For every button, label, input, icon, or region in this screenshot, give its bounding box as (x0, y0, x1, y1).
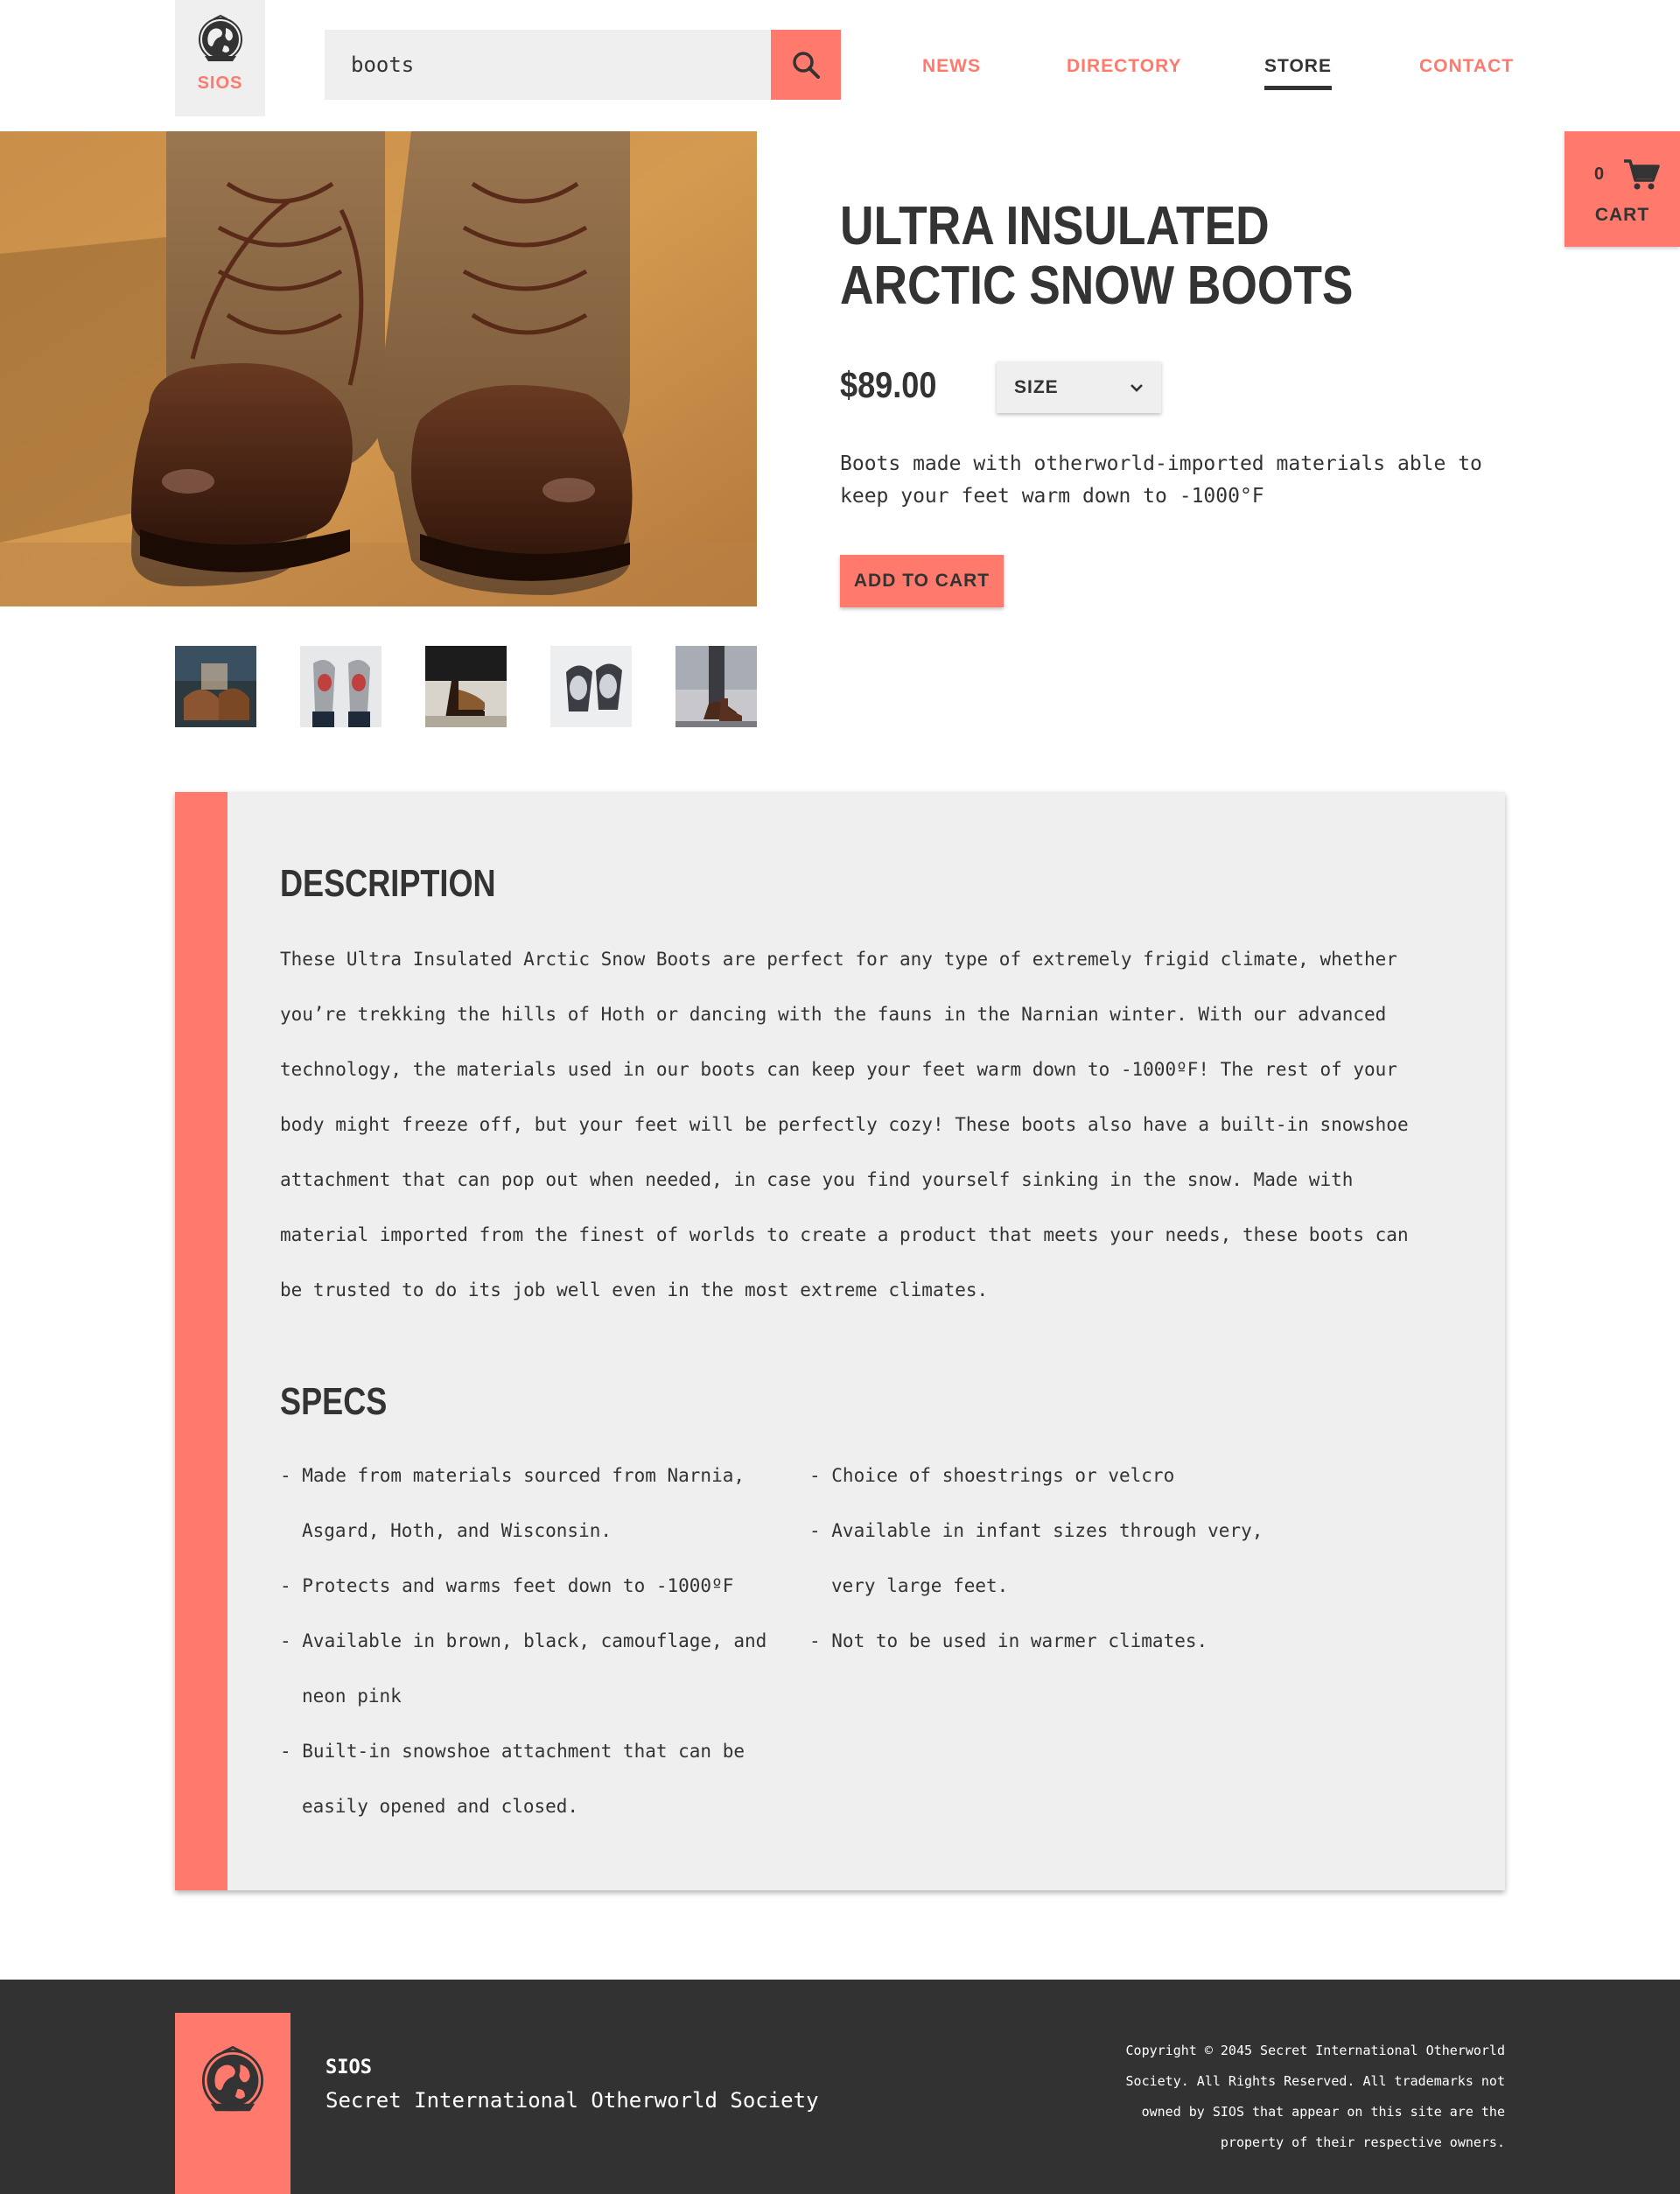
cart-count: 0 (1594, 165, 1605, 184)
product-thumbnail[interactable] (676, 646, 757, 727)
product-main-image (0, 131, 757, 606)
footer-logo[interactable] (175, 2013, 290, 2194)
panel-accent-bar (175, 792, 228, 1890)
details-panel: DESCRIPTION These Ultra Insulated Arctic… (175, 792, 1505, 1890)
globe-logo-icon (196, 2044, 270, 2194)
search-icon (793, 52, 820, 79)
specs-list-right: - Choice of shoestrings or velcro - Avai… (809, 1448, 1299, 1669)
add-to-cart-button[interactable]: ADD TO CART (840, 555, 1004, 607)
product-thumbnail[interactable] (300, 646, 382, 727)
footer: SIOS Secret International Otherworld Soc… (0, 1980, 1680, 2194)
spec-item: - Protects and warms feet down to -1000º… (280, 1575, 734, 1596)
product-price: $89.00 (840, 364, 937, 405)
site-logo[interactable]: SIOS (175, 0, 265, 116)
nav-directory[interactable]: DIRECTORY (1067, 56, 1182, 77)
spec-item: - Available in infant sizes through very… (809, 1520, 1264, 1596)
spec-item: - Made from materials sourced from Narni… (280, 1465, 746, 1541)
specs-list-left: - Made from materials sourced from Narni… (280, 1448, 770, 1834)
spec-item: - Choice of shoestrings or velcro (809, 1465, 1175, 1486)
nav-news[interactable]: NEWS (922, 56, 981, 77)
footer-copyright: Copyright © 2045 Secret International Ot… (1125, 2043, 1505, 2150)
globe-logo-icon (194, 14, 247, 72)
footer-org-name: SIOS (326, 2057, 372, 2078)
search-bar (325, 30, 841, 100)
spec-item: - Built-in snowshoe attachment that can … (280, 1741, 746, 1817)
chevron-down-icon (1130, 383, 1143, 392)
cart-button[interactable]: 0 CART (1564, 131, 1680, 247)
size-dropdown[interactable]: SIZE (997, 361, 1161, 413)
product-thumbnail[interactable] (175, 646, 256, 727)
logo-text: SIOS (197, 74, 243, 93)
description-heading: DESCRIPTION (280, 862, 496, 905)
description-text: These Ultra Insulated Arctic Snow Boots … (280, 949, 1409, 1300)
specs-heading: SPECS (280, 1380, 388, 1423)
spec-item: - Not to be used in warmer climates. (809, 1630, 1208, 1651)
size-dropdown-label: SIZE (1014, 376, 1059, 397)
cart-icon (1624, 159, 1660, 190)
cart-label: CART (1594, 205, 1650, 225)
product-short-description: Boots made with otherworld-imported mate… (840, 452, 1482, 508)
search-input[interactable] (325, 30, 771, 100)
spec-item: - Available in brown, black, camouflage,… (280, 1630, 767, 1707)
product-title: ULTRA INSULATED ARCTIC SNOW BOOTS (840, 196, 1354, 316)
search-button[interactable] (771, 30, 841, 100)
product-thumbnail[interactable] (425, 646, 507, 727)
footer-org-full-name: Secret International Otherworld Society (326, 2088, 819, 2113)
product-thumbnail[interactable] (550, 646, 632, 727)
nav-contact[interactable]: CONTACT (1419, 56, 1514, 77)
nav-store[interactable]: STORE (1264, 56, 1332, 90)
